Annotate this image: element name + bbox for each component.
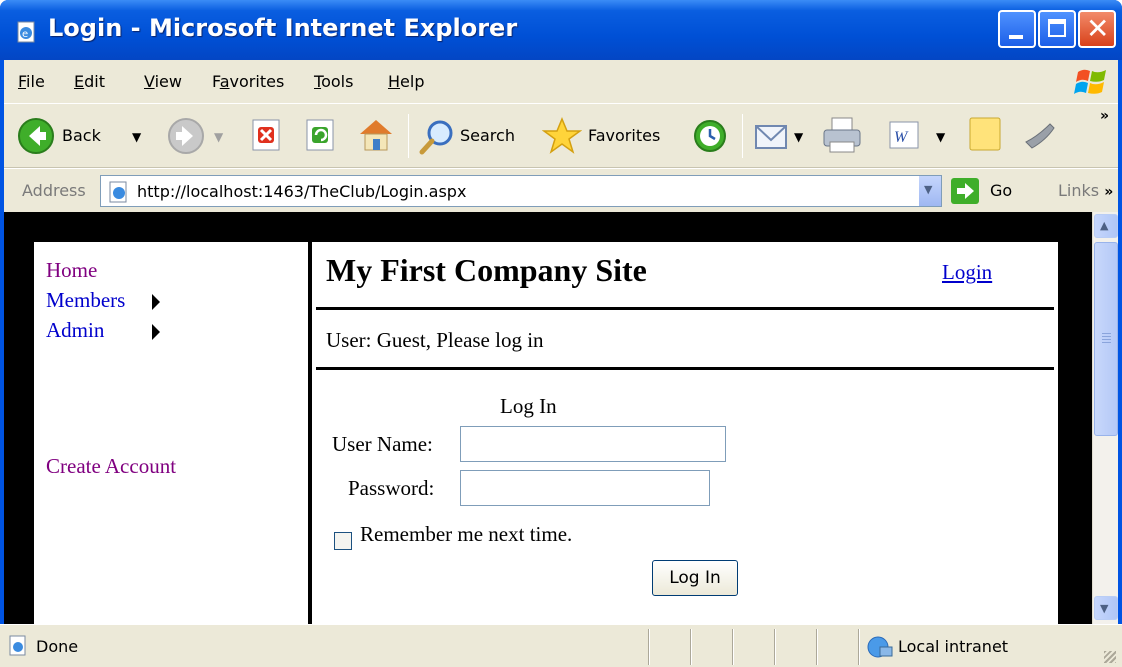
status-pane [858,629,860,665]
chevron-down-icon: ▼ [924,183,933,196]
ie-page-icon [109,181,127,203]
status-pane [816,629,818,665]
search-button[interactable]: Search [416,110,532,162]
windows-logo-icon [1074,69,1106,94]
browser-window: e Login - Microsoft Internet Explorer ✕ … [0,0,1122,667]
chevron-down-icon[interactable]: ▼ [132,130,141,144]
links-button[interactable]: Links » [1058,181,1113,200]
edit-button[interactable]: W ▼ [888,116,958,156]
toolbar-overflow[interactable]: » [1100,108,1109,124]
submenu-arrow-icon [152,294,160,310]
divider [316,367,1054,370]
local-intranet-icon [867,636,893,658]
resize-grip-icon[interactable] [1104,651,1116,663]
menu-view[interactable]: View [144,72,182,91]
password-input[interactable] [460,470,710,506]
menu-tools[interactable]: Tools [314,72,353,91]
user-status: User: Guest, Please log in [326,328,544,352]
scroll-up-button[interactable]: ▲ [1094,214,1118,238]
go-arrow-icon [951,178,979,204]
left-navigation: Home Members Admin Create Account [34,242,312,624]
go-button[interactable]: Go [950,177,1020,205]
minimize-icon [1009,35,1023,39]
refresh-icon[interactable] [304,118,338,152]
remember-me-checkbox[interactable] [334,532,352,550]
svg-text:W: W [894,129,909,146]
password-label: Password: [348,476,435,500]
status-pane [648,629,650,665]
messenger-icon[interactable] [1020,116,1060,154]
menu-help[interactable]: Help [388,72,424,91]
favorites-star-icon [542,117,582,154]
nav-admin-link[interactable]: Admin [46,318,104,343]
minimize-button[interactable] [998,10,1036,48]
grip-icon [1102,333,1111,334]
history-icon[interactable] [692,118,728,154]
menu-bar: File Edit View Favorites Tools Help [4,60,1118,104]
window-title: Login - Microsoft Internet Explorer [48,14,518,42]
word-edit-icon: W [889,121,919,149]
mail-button[interactable]: ▼ [752,112,812,160]
chevron-down-icon[interactable]: ▼ [936,130,945,144]
nav-members-link[interactable]: Members [46,288,125,313]
address-input[interactable]: http://localhost:1463/TheClub/Login.aspx… [100,175,942,207]
address-bar: Address http://localhost:1463/TheClub/Lo… [4,168,1118,212]
toolbar-separator [742,114,743,158]
ie-page-icon: e [17,21,35,43]
print-icon[interactable] [820,114,864,156]
scrollbar-thumb[interactable] [1094,242,1118,436]
mail-icon [755,125,787,149]
close-button[interactable]: ✕ [1078,10,1116,48]
svg-text:e: e [22,29,28,40]
login-heading: Log In [500,394,557,418]
home-icon[interactable] [356,114,396,154]
back-arrow-icon [18,118,54,154]
menu-file[interactable]: File [18,72,45,91]
status-bar: Done Local intranet [0,624,1122,667]
status-pane [774,629,776,665]
search-icon [419,120,453,155]
main-content: My First Company Site Login User: Guest,… [316,242,1058,624]
note-icon[interactable] [968,116,1004,154]
favorites-button[interactable]: Favorites [542,110,682,162]
login-link[interactable]: Login [942,260,992,285]
security-zone: Local intranet [898,637,1009,656]
scroll-down-button[interactable]: ▼ [1094,596,1118,620]
site-title: My First Company Site [326,252,647,288]
maximize-icon [1048,19,1066,37]
toolbar-separator [408,114,409,158]
forward-arrow-icon [168,118,204,154]
username-label: User Name: [332,432,433,456]
nav-home-link[interactable]: Home [46,258,97,283]
remember-me-label: Remember me next time. [360,522,573,546]
page-viewport: Home Members Admin Create Account My Fir… [4,212,1092,624]
chevron-down-icon[interactable]: ▼ [214,130,223,144]
address-dropdown-button[interactable]: ▼ [919,176,941,206]
divider [316,307,1054,310]
close-icon: ✕ [1086,12,1110,45]
menu-favorites[interactable]: Favorites [212,72,284,91]
submenu-arrow-icon [152,324,160,340]
address-url: http://localhost:1463/TheClub/Login.aspx [137,182,467,201]
title-bar: e Login - Microsoft Internet Explorer ✕ [0,0,1122,60]
status-pane [690,629,692,665]
log-in-button[interactable]: Log In [652,560,738,596]
page-done-icon [9,635,26,656]
chevron-down-icon: ▼ [1100,602,1109,615]
chevron-up-icon: ▲ [1100,219,1109,232]
status-text: Done [36,637,79,656]
forward-button[interactable]: ▼ [162,110,232,162]
create-account-link[interactable]: Create Account [46,454,176,479]
back-button[interactable]: Back ▼ [12,110,152,162]
chevron-down-icon[interactable]: ▼ [794,130,803,144]
web-page: Home Members Admin Create Account My Fir… [34,242,1058,624]
address-label: Address [22,181,86,200]
stop-icon[interactable] [250,118,284,152]
menu-edit[interactable]: Edit [74,72,105,91]
status-pane [732,629,734,665]
vertical-scrollbar[interactable]: ▲ ▼ [1092,212,1118,624]
maximize-button[interactable] [1038,10,1076,48]
username-input[interactable] [460,426,726,462]
standard-toolbar: Back ▼ ▼ Search Favorites ▼ W ▼ » [4,104,1118,168]
